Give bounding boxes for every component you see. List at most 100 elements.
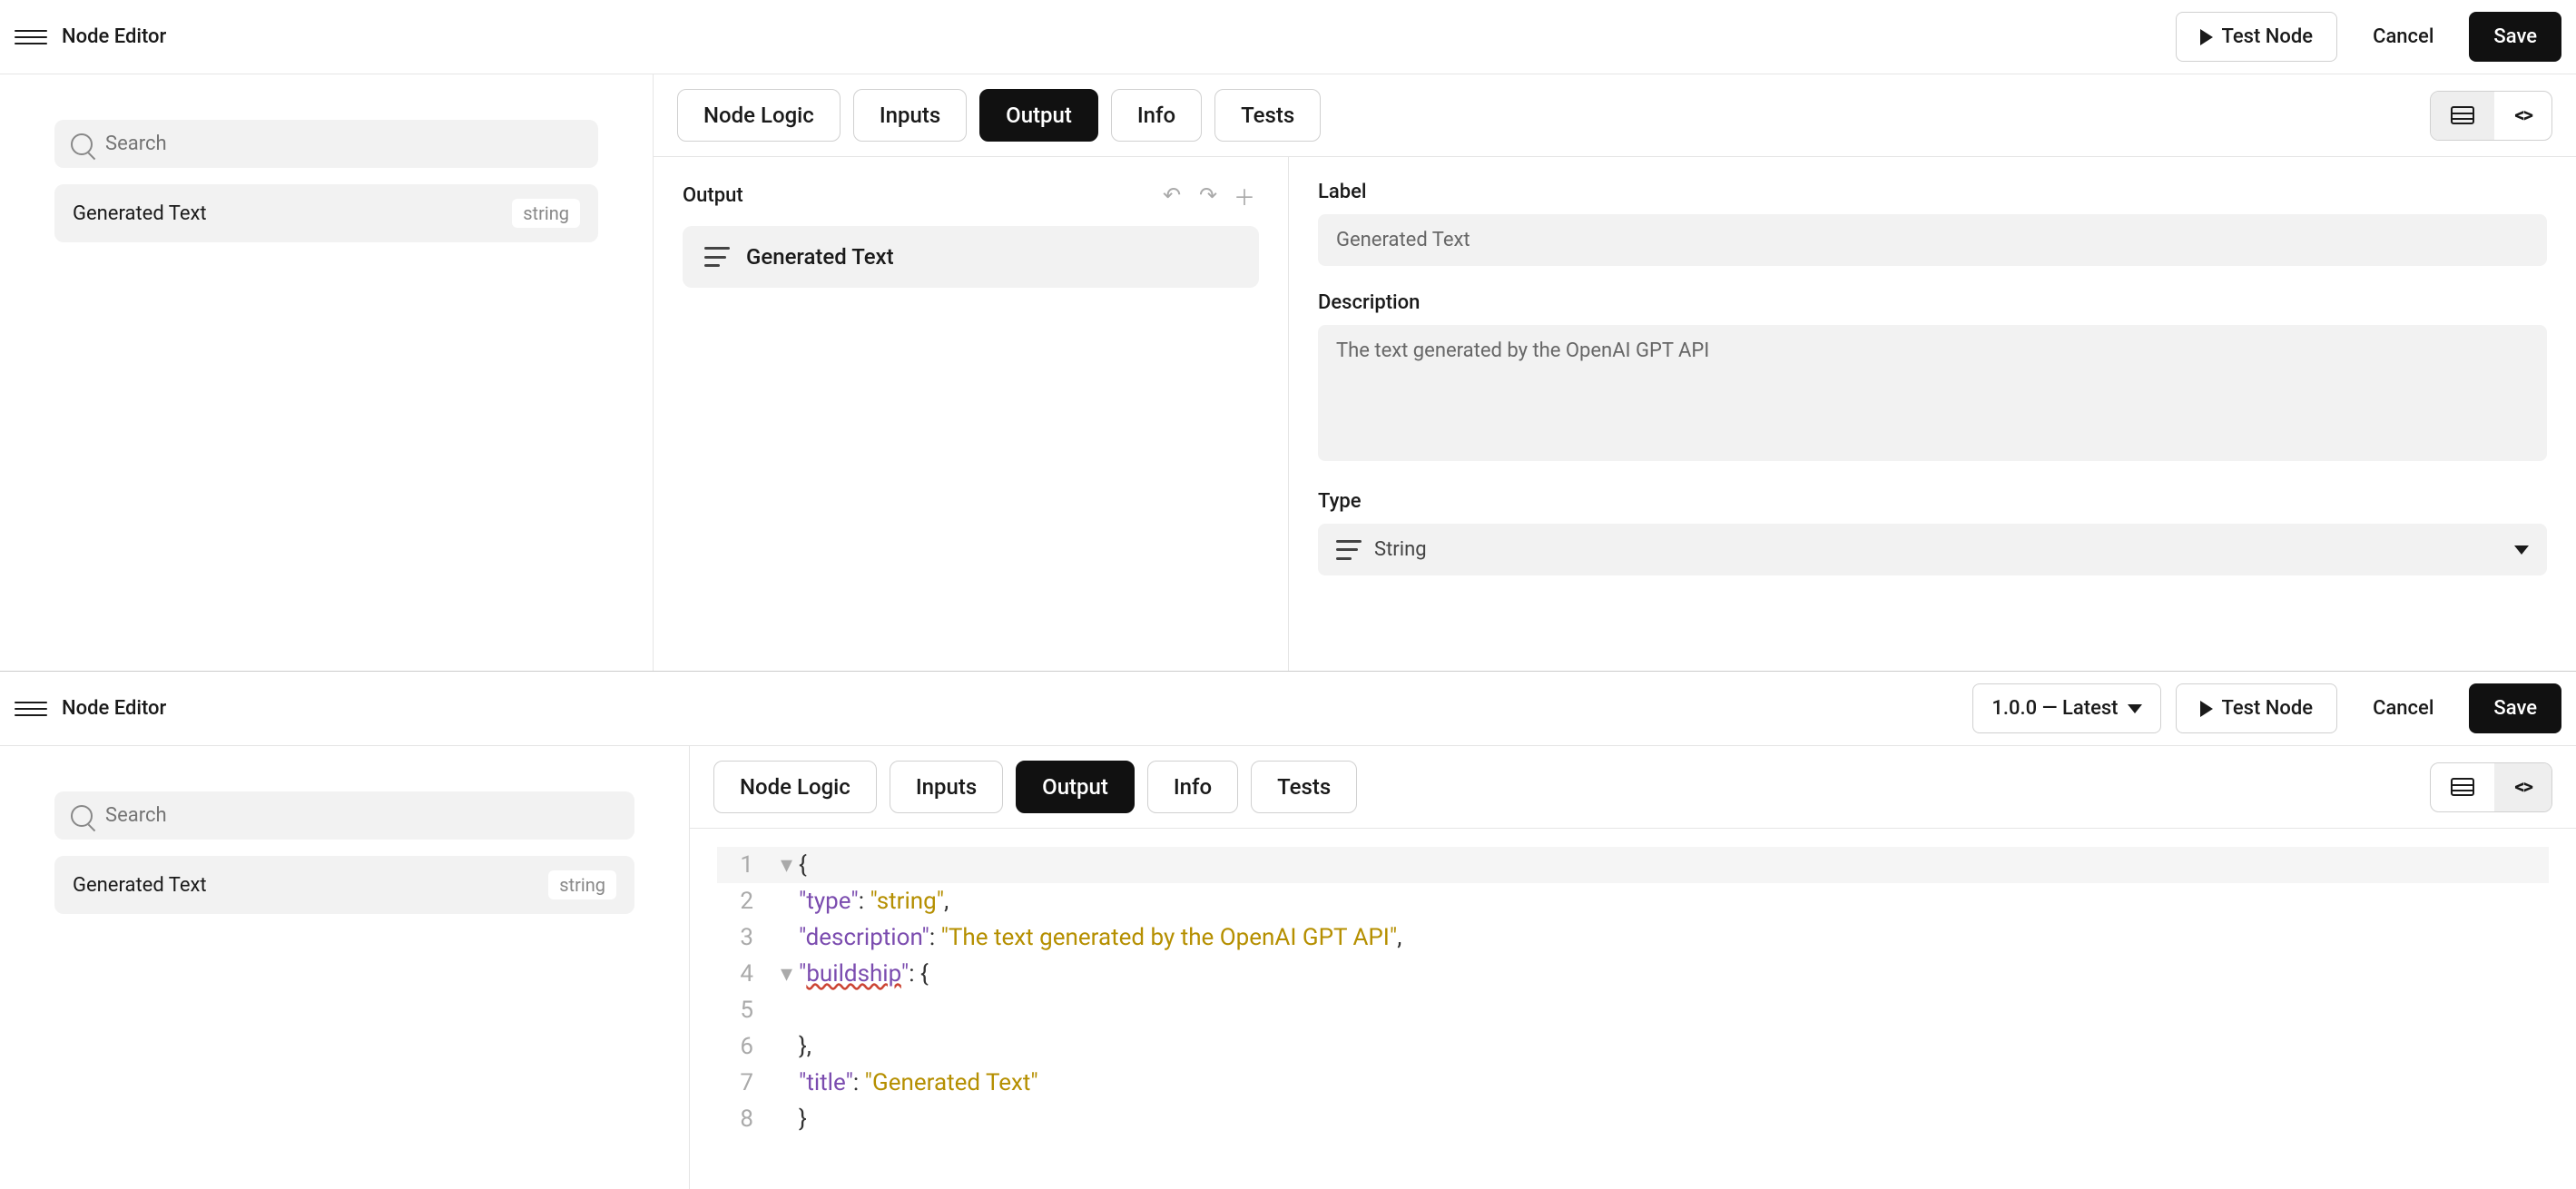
fold-caret-icon[interactable]: ▾ xyxy=(781,956,799,992)
line-number: 2 xyxy=(717,883,753,919)
menu-icon[interactable] xyxy=(15,21,47,54)
search-input-wrap[interactable] xyxy=(54,791,634,840)
tab-output[interactable]: Output xyxy=(1016,761,1135,813)
line-number: 1 xyxy=(717,847,753,883)
sidebar-bottom: Generated Text string xyxy=(0,746,690,1189)
code-icon: <> xyxy=(2514,776,2532,799)
view-toggle: <> xyxy=(2430,91,2552,141)
code-line[interactable]: 3 "description": "The text generated by … xyxy=(717,919,2549,956)
tab-inputs[interactable]: Inputs xyxy=(890,761,1003,813)
tab-node-logic[interactable]: Node Logic xyxy=(677,89,841,142)
code-content: } xyxy=(799,1101,807,1137)
description-input[interactable] xyxy=(1318,325,2547,461)
view-code-button[interactable]: <> xyxy=(2494,763,2551,811)
line-number: 4 xyxy=(717,956,753,992)
tab-tests[interactable]: Tests xyxy=(1251,761,1357,813)
test-node-label: Test Node xyxy=(2222,25,2314,48)
test-node-button[interactable]: Test Node xyxy=(2176,683,2338,733)
version-label: 1.0.0 — Latest xyxy=(1991,697,2118,720)
search-icon xyxy=(71,133,93,155)
code-content: "buildship": { xyxy=(799,956,929,992)
menu-icon[interactable] xyxy=(15,693,47,725)
type-label: Type xyxy=(1318,490,2547,513)
version-select[interactable]: 1.0.0 — Latest xyxy=(1972,683,2160,733)
tab-inputs[interactable]: Inputs xyxy=(853,89,967,142)
fold-caret-icon xyxy=(781,919,799,956)
header-top: Node Editor Test Node Cancel Save xyxy=(0,0,2576,74)
panel-top: Node Editor Test Node Cancel Save Genera… xyxy=(0,0,2576,672)
code-content: "type": "string", xyxy=(799,883,949,919)
search-input[interactable] xyxy=(105,804,618,827)
save-button[interactable]: Save xyxy=(2469,683,2561,733)
header-title: Node Editor xyxy=(62,25,2176,48)
header-bottom: Node Editor 1.0.0 — Latest Test Node Can… xyxy=(0,672,2576,746)
code-content: }, xyxy=(799,1028,811,1065)
line-number: 5 xyxy=(717,992,753,1028)
fold-caret-icon[interactable]: ▾ xyxy=(781,847,799,883)
tab-info[interactable]: Info xyxy=(1147,761,1238,813)
add-icon[interactable]: ＋ xyxy=(1230,181,1259,210)
code-line[interactable]: 4 ▾ "buildship": { xyxy=(717,956,2549,992)
rows-icon xyxy=(2451,778,2474,796)
sidebar-item-label: Generated Text xyxy=(73,202,207,225)
view-code-button[interactable]: <> xyxy=(2494,92,2551,140)
sidebar-item-label: Generated Text xyxy=(73,874,207,897)
header-title: Node Editor xyxy=(62,697,1972,720)
view-toggle: <> xyxy=(2430,762,2552,812)
search-icon xyxy=(71,805,93,827)
tabs-row-top: Node Logic Inputs Output Info Tests <> xyxy=(654,74,2576,157)
play-icon xyxy=(2200,701,2213,717)
fold-caret-icon xyxy=(781,1101,799,1137)
cancel-button[interactable]: Cancel xyxy=(2348,12,2458,62)
fold-caret-icon xyxy=(781,992,799,1028)
output-card[interactable]: Generated Text xyxy=(683,226,1259,288)
label-input[interactable] xyxy=(1318,214,2547,266)
search-input[interactable] xyxy=(105,133,582,155)
view-form-button[interactable] xyxy=(2431,763,2494,811)
search-input-wrap[interactable] xyxy=(54,120,598,168)
type-value: String xyxy=(1374,538,2502,561)
code-line[interactable]: 8} xyxy=(717,1101,2549,1137)
fold-caret-icon xyxy=(781,883,799,919)
redo-icon[interactable]: ↷ xyxy=(1194,181,1223,210)
test-node-button[interactable]: Test Node xyxy=(2176,12,2338,62)
text-icon xyxy=(1336,540,1362,560)
code-line[interactable]: 1 ▾{ xyxy=(717,847,2549,883)
save-button[interactable]: Save xyxy=(2469,12,2561,62)
sidebar-item-generated-text[interactable]: Generated Text string xyxy=(54,856,634,914)
code-content: "title": "Generated Text" xyxy=(799,1065,1038,1101)
output-card-label: Generated Text xyxy=(746,244,894,270)
code-line[interactable]: 7 "title": "Generated Text" xyxy=(717,1065,2549,1101)
line-number: 8 xyxy=(717,1101,753,1137)
play-icon xyxy=(2200,29,2213,45)
code-line[interactable]: 6 }, xyxy=(717,1028,2549,1065)
fold-caret-icon xyxy=(781,1028,799,1065)
view-form-button[interactable] xyxy=(2431,92,2494,140)
line-number: 3 xyxy=(717,919,753,956)
code-editor[interactable]: 1▾{2 "type": "string",3 "description": "… xyxy=(690,829,2576,1189)
line-number: 6 xyxy=(717,1028,753,1065)
code-content: { xyxy=(799,847,807,883)
line-number: 7 xyxy=(717,1065,753,1101)
undo-icon[interactable]: ↶ xyxy=(1157,181,1186,210)
output-title: Output xyxy=(683,184,1150,207)
rows-icon xyxy=(2451,106,2474,124)
text-icon xyxy=(704,247,730,267)
tab-tests[interactable]: Tests xyxy=(1214,89,1321,142)
description-label: Description xyxy=(1318,291,2547,314)
sidebar-top: Generated Text string xyxy=(0,74,654,671)
tabs-row-bottom: Node Logic Inputs Output Info Tests <> xyxy=(690,746,2576,829)
tab-node-logic[interactable]: Node Logic xyxy=(713,761,877,813)
chevron-down-icon xyxy=(2514,545,2529,555)
type-select[interactable]: String xyxy=(1318,524,2547,575)
code-line[interactable]: 5 xyxy=(717,992,2549,1028)
code-line[interactable]: 2 "type": "string", xyxy=(717,883,2549,919)
tab-output[interactable]: Output xyxy=(979,89,1098,142)
test-node-label: Test Node xyxy=(2222,697,2314,720)
code-content: "description": "The text generated by th… xyxy=(799,919,1401,956)
cancel-button[interactable]: Cancel xyxy=(2348,683,2458,733)
fold-caret-icon xyxy=(781,1065,799,1101)
sidebar-item-type: string xyxy=(548,870,616,899)
sidebar-item-generated-text[interactable]: Generated Text string xyxy=(54,184,598,242)
tab-info[interactable]: Info xyxy=(1111,89,1202,142)
